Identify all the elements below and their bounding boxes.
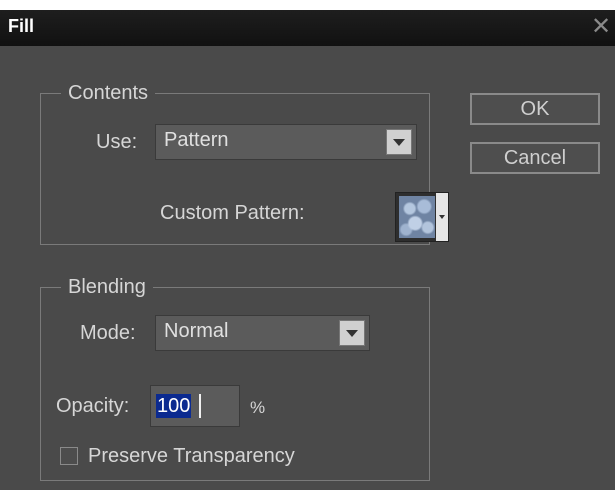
text-caret: [199, 394, 201, 418]
dropdown-arrow-icon[interactable]: [436, 193, 448, 241]
opacity-label: Opacity:: [56, 395, 130, 417]
custom-pattern-label: Custom Pattern:: [160, 202, 305, 224]
mode-select[interactable]: Normal: [155, 315, 370, 351]
preserve-transparency-label[interactable]: Preserve Transparency: [88, 443, 295, 469]
dialog-title: Fill: [8, 16, 34, 36]
chevron-down-icon[interactable]: [339, 320, 365, 346]
title-bar: Fill ✕: [0, 10, 615, 46]
custom-pattern-picker[interactable]: [395, 192, 449, 242]
pattern-swatch-icon: [399, 196, 435, 238]
mode-select-value: Normal: [164, 320, 229, 342]
use-select[interactable]: Pattern: [155, 124, 417, 160]
fill-dialog: Fill ✕ Contents Use: Pattern Custom Patt…: [0, 10, 615, 490]
blending-legend: Blending: [61, 274, 153, 300]
percent-label: %: [250, 398, 266, 417]
use-select-value: Pattern: [164, 129, 229, 151]
opacity-value: 100: [156, 394, 192, 418]
cancel-button[interactable]: Cancel: [470, 142, 600, 174]
contents-legend: Contents: [61, 80, 156, 106]
close-icon[interactable]: ✕: [589, 14, 613, 40]
opacity-input[interactable]: 100: [150, 385, 240, 427]
chevron-down-icon[interactable]: [386, 129, 412, 155]
mode-label: Mode:: [80, 322, 136, 344]
preserve-transparency-checkbox[interactable]: [60, 447, 78, 465]
ok-button[interactable]: OK: [470, 93, 600, 125]
use-label: Use:: [96, 131, 138, 153]
